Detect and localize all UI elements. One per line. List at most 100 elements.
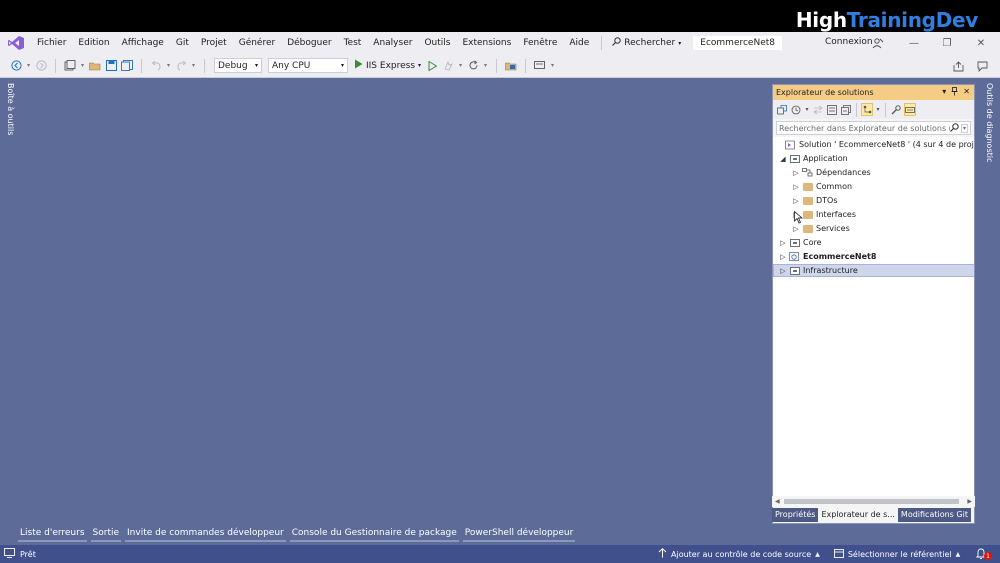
tab-output[interactable]: Sortie (90, 526, 122, 542)
menu-test[interactable]: Test (338, 32, 368, 54)
new-project-icon[interactable] (63, 58, 77, 74)
switch-views-icon[interactable] (776, 103, 788, 116)
chevron-down-icon[interactable]: ▾ (79, 58, 86, 74)
chevron-down-icon[interactable]: ▾ (457, 58, 464, 74)
preview-selected-items-icon[interactable] (904, 103, 916, 116)
pin-icon[interactable] (951, 87, 958, 98)
expanded-arrow-icon[interactable]: ◢ (779, 155, 787, 163)
open-folder-icon[interactable] (88, 58, 102, 74)
tree-item-application[interactable]: ◢ Application (773, 152, 974, 165)
tab-package-manager-console[interactable]: Console du Gestionnaire de package (289, 526, 459, 542)
horizontal-scrollbar[interactable]: ◀ ▶ (772, 496, 975, 507)
collapsed-arrow-icon[interactable]: ▷ (779, 253, 787, 261)
collapse-all-icon[interactable] (840, 103, 852, 116)
chevron-down-icon[interactable]: ▾ (25, 58, 32, 74)
collapsed-arrow-icon[interactable]: ▷ (792, 183, 800, 191)
tab-developer-command-prompt[interactable]: Invite de commandes développeur (125, 526, 286, 542)
sign-in-link[interactable]: Connexion (825, 37, 873, 47)
menu-deboguer[interactable]: Déboguer (281, 32, 337, 54)
scroll-right-icon[interactable]: ▶ (967, 498, 972, 505)
tab-developer-powershell[interactable]: PowerShell développeur (462, 526, 576, 542)
collapsed-arrow-icon[interactable]: ▷ (792, 169, 800, 177)
solution-configuration-select[interactable]: Debug ▾ (214, 58, 262, 73)
share-icon[interactable] (951, 58, 965, 74)
chevron-down-icon: ▾ (678, 39, 682, 47)
menu-fichier[interactable]: Fichier (31, 32, 72, 54)
add-to-source-control-button[interactable]: Ajouter au contrôle de code source ▲ (658, 548, 820, 560)
refresh-browser-icon[interactable] (466, 58, 480, 74)
start-debugging-button[interactable]: IIS Express ▾ (351, 59, 424, 72)
menu-projet[interactable]: Projet (195, 32, 233, 54)
feedback-icon[interactable] (975, 58, 989, 74)
tree-item-common[interactable]: ▷ Common (773, 180, 974, 193)
collapsed-arrow-icon[interactable]: ▷ (779, 239, 787, 247)
collapsed-arrow-icon[interactable]: ▷ (779, 267, 787, 275)
csharp-project-icon (789, 266, 800, 275)
menu-outils[interactable]: Outils (418, 32, 456, 54)
chevron-down-icon[interactable]: ▾ (190, 58, 197, 74)
minimize-button[interactable]: — (907, 36, 921, 50)
scrollbar-thumb[interactable] (784, 499, 959, 504)
menu-aide[interactable]: Aide (563, 32, 595, 54)
close-icon[interactable]: ✕ (963, 87, 970, 98)
sync-with-document-icon[interactable] (812, 103, 824, 116)
visual-studio-logo-icon[interactable] (8, 36, 24, 50)
hot-reload-icon[interactable] (441, 58, 455, 74)
bottom-tool-tabs: Liste d'erreurs Sortie Invite de command… (18, 526, 576, 542)
toolbox-tab[interactable]: Boîte à outils (6, 83, 15, 135)
browse-icon[interactable] (504, 58, 518, 74)
tree-item-dtos[interactable]: ▷ DTOs (773, 194, 974, 207)
tree-item-solution[interactable]: Solution ' EcommerceNet8 ' (4 sur 4 de p… (773, 138, 974, 151)
menu-analyser[interactable]: Analyser (367, 32, 418, 54)
navigate-back-icon[interactable] (9, 58, 23, 74)
tree-item-ecommercenet8[interactable]: ▷ EcommerceNet8 (773, 250, 974, 263)
search-options-dropdown[interactable]: ▾ (960, 123, 968, 133)
tab-solution-explorer[interactable]: Explorateur de s... (818, 508, 898, 522)
collapsed-arrow-icon[interactable]: ▷ (792, 197, 800, 205)
search-button[interactable]: Rechercher ▾ (608, 37, 685, 49)
menu-git[interactable]: Git (170, 32, 195, 54)
tree-item-infrastructure[interactable]: ▷ Infrastructure (773, 264, 974, 277)
menu-fenetre[interactable]: Fenêtre (517, 32, 563, 54)
chevron-down-icon[interactable]: ▾ (875, 103, 881, 116)
menu-edition[interactable]: Edition (72, 32, 115, 54)
show-all-files-icon[interactable] (861, 103, 873, 116)
pending-changes-filter-icon[interactable] (790, 103, 802, 116)
menu-affichage[interactable]: Affichage (116, 32, 170, 54)
solution-platform-select[interactable]: Any CPU ▾ (268, 58, 348, 73)
select-repository-button[interactable]: Sélectionner le référentiel ▲ (833, 548, 960, 560)
chevron-down-icon[interactable]: ▾ (482, 58, 489, 74)
refresh-icon[interactable] (826, 103, 838, 116)
tree-item-interfaces[interactable]: ▷ Interfaces (773, 208, 974, 221)
menu-extensions[interactable]: Extensions (456, 32, 517, 54)
menu-generer[interactable]: Générer (233, 32, 282, 54)
chevron-down-icon[interactable]: ▾ (165, 58, 172, 74)
tab-error-list[interactable]: Liste d'erreurs (18, 526, 87, 542)
save-all-icon[interactable] (120, 58, 134, 74)
save-icon[interactable] (104, 58, 118, 74)
tab-git-changes[interactable]: Modifications Git (897, 508, 971, 522)
properties-wrench-icon[interactable] (890, 103, 902, 116)
chevron-down-icon[interactable]: ▾ (549, 58, 556, 74)
menu-separator (601, 36, 603, 50)
tab-proprietes[interactable]: Propriétés (772, 508, 819, 522)
start-without-debugging-icon[interactable] (425, 58, 439, 74)
tree-item-dependances[interactable]: ▷ Dépendances (773, 166, 974, 179)
tree-item-services[interactable]: ▷ Services (773, 222, 974, 235)
redo-icon[interactable] (174, 58, 188, 74)
navigate-forward-icon[interactable] (34, 58, 48, 74)
chevron-down-icon[interactable]: ▾ (804, 103, 810, 116)
toolbar-options-icon[interactable] (533, 58, 547, 74)
window-position-icon[interactable]: ▾ (942, 87, 946, 98)
undo-icon[interactable] (149, 58, 163, 74)
scroll-left-icon[interactable]: ◀ (775, 498, 780, 505)
notifications-button[interactable]: 1 (975, 548, 992, 560)
notification-count-badge: 1 (984, 552, 992, 560)
tree-item-core[interactable]: ▷ Core (773, 236, 974, 249)
close-window-button[interactable]: ✕ (974, 36, 988, 50)
diagnostic-tools-tab[interactable]: Outils de diagnostic (985, 83, 994, 162)
solution-explorer-search[interactable]: Rechercher dans Explorateur de solutions… (776, 121, 971, 135)
output-window-icon[interactable] (4, 548, 15, 560)
account-settings-icon[interactable] (872, 38, 884, 52)
restore-button[interactable]: ❐ (940, 36, 954, 50)
